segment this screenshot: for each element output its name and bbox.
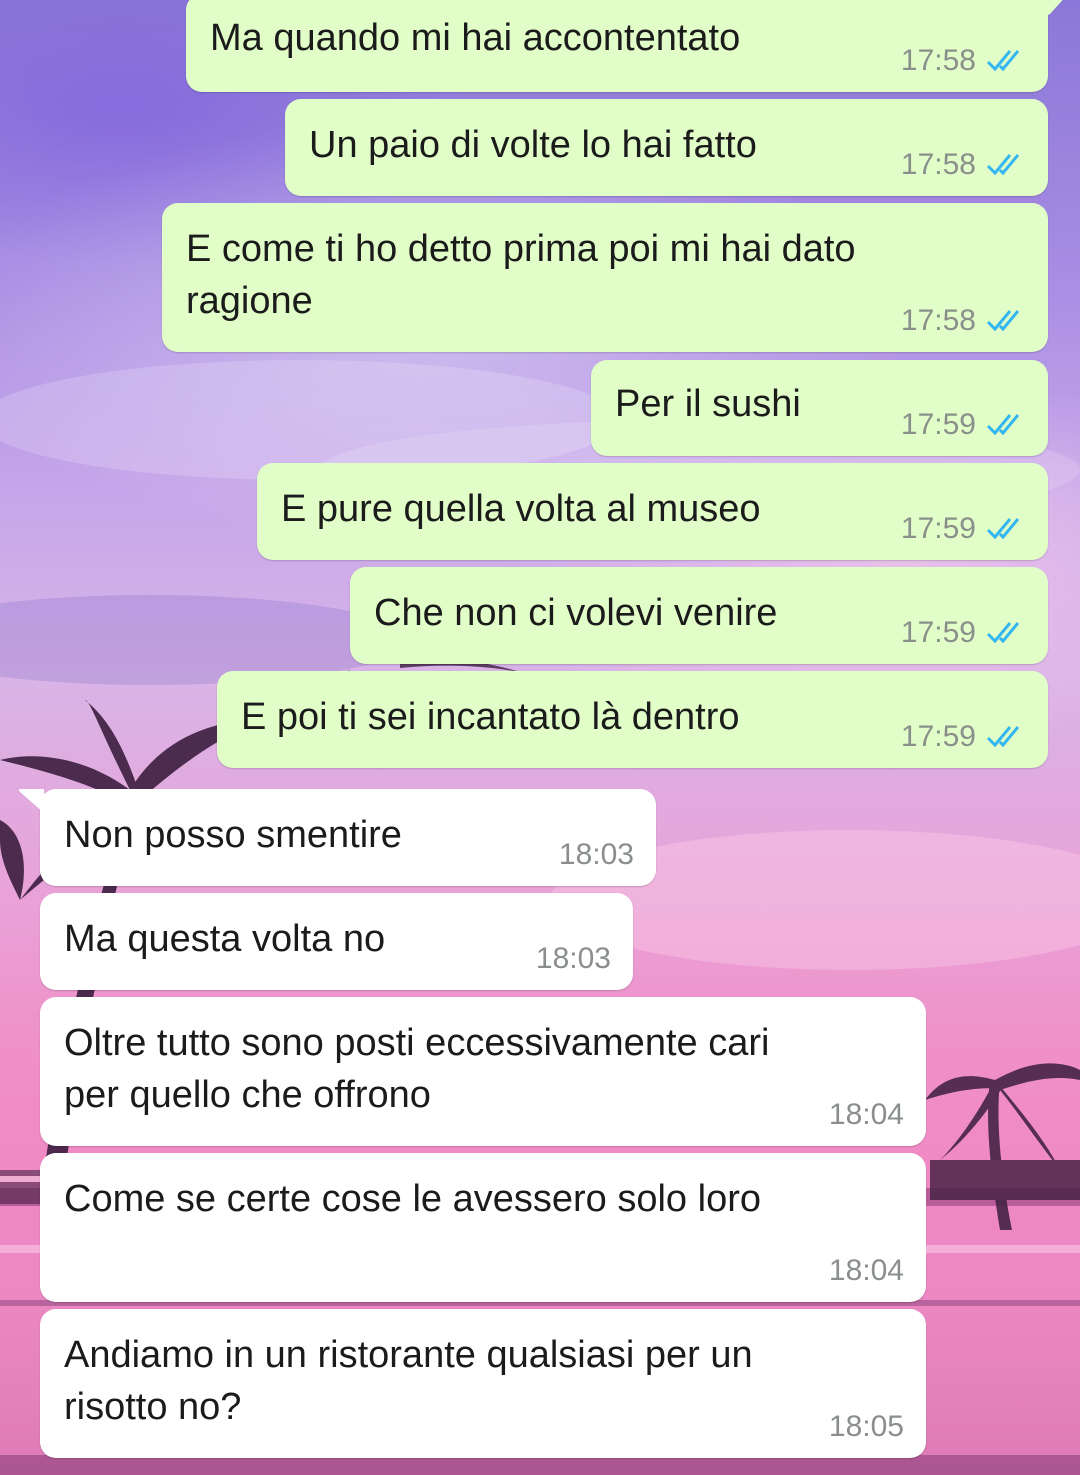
message-meta: 17:58: [901, 304, 1026, 338]
message-time: 17:58: [900, 304, 976, 337]
outgoing-message-bubble[interactable]: Che non ci volevi venire 17:59: [350, 567, 1048, 664]
incoming-message-bubble[interactable]: Come se certe cose le avessero solo loro…: [40, 1153, 926, 1302]
message-time: 17:59: [900, 720, 976, 753]
message-time: 17:59: [900, 616, 976, 649]
message-meta: 18:04: [829, 1098, 904, 1132]
double-check-icon: [986, 622, 1020, 644]
incoming-message-bubble[interactable]: Andiamo in un ristorante qualsiasi per u…: [40, 1309, 926, 1458]
bubble-tail-icon: [1044, 0, 1063, 15]
outgoing-message-bubble[interactable]: Un paio di volte lo hai fatto 17:58: [285, 99, 1048, 196]
message-text: Oltre tutto sono posti eccessivamente ca…: [64, 1022, 770, 1116]
message-time: 17:58: [900, 44, 976, 77]
double-check-icon: [986, 726, 1020, 748]
double-check-icon: [986, 154, 1020, 176]
message-meta: 17:59: [901, 616, 1026, 650]
outgoing-message-bubble[interactable]: E come ti ho detto prima poi mi hai dato…: [162, 203, 1048, 352]
double-check-icon: [986, 518, 1020, 540]
incoming-message-bubble[interactable]: Ma questa volta no 18:03: [40, 893, 633, 990]
double-check-icon: [986, 414, 1020, 436]
message-text: Che non ci volevi venire: [374, 592, 778, 634]
outgoing-message-bubble[interactable]: E poi ti sei incantato là dentro 17:59: [217, 671, 1048, 768]
message-time: 18:03: [558, 838, 634, 871]
message-meta: 18:03: [559, 838, 634, 872]
message-time: 18:04: [828, 1098, 904, 1131]
outgoing-message-bubble[interactable]: Ma quando mi hai accontentato 17:58: [186, 0, 1063, 92]
message-time: 17:59: [900, 512, 976, 545]
incoming-message-bubble[interactable]: Oltre tutto sono posti eccessivamente ca…: [40, 997, 926, 1146]
double-check-icon: [986, 310, 1020, 332]
message-text: Andiamo in un ristorante qualsiasi per u…: [64, 1334, 753, 1428]
message-meta: 18:05: [829, 1410, 904, 1444]
incoming-message-bubble[interactable]: Non posso smentire 18:03: [19, 789, 656, 886]
message-meta: 18:03: [536, 942, 611, 976]
message-text: Come se certe cose le avessero solo loro: [64, 1178, 761, 1220]
message-meta: 17:59: [901, 720, 1026, 754]
message-text: E pure quella volta al museo: [281, 488, 761, 530]
message-meta: 17:59: [901, 408, 1026, 442]
message-text: E poi ti sei incantato là dentro: [241, 696, 740, 738]
message-text: Non posso smentire: [64, 814, 402, 856]
message-meta: 17:59: [901, 512, 1026, 546]
double-check-icon: [986, 50, 1020, 72]
message-meta: 18:04: [829, 1254, 904, 1288]
message-text: Per il sushi: [615, 383, 801, 425]
message-time: 18:04: [828, 1254, 904, 1287]
outgoing-message-bubble[interactable]: Per il sushi 17:59: [591, 360, 1048, 456]
message-time: 18:05: [828, 1410, 904, 1443]
outgoing-message-bubble[interactable]: E pure quella volta al museo 17:59: [257, 463, 1048, 560]
message-time: 17:59: [900, 408, 976, 441]
message-text: E come ti ho detto prima poi mi hai dato…: [186, 228, 856, 322]
bubble-tail-icon: [19, 789, 44, 813]
message-meta: 17:58: [901, 44, 1026, 78]
message-time: 17:58: [900, 148, 976, 181]
message-time: 18:03: [535, 942, 611, 975]
message-text: Ma questa volta no: [64, 918, 386, 960]
message-meta: 17:58: [901, 148, 1026, 182]
message-text: Un paio di volte lo hai fatto: [309, 124, 757, 166]
message-text: Ma quando mi hai accontentato: [210, 17, 741, 59]
